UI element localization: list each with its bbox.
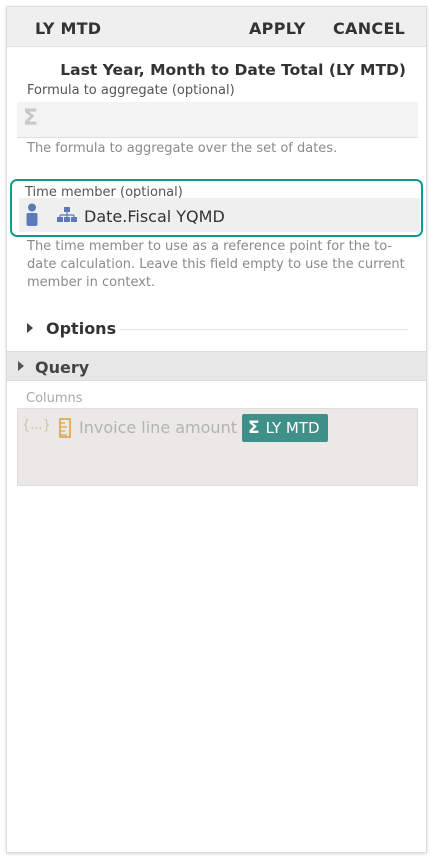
hierarchy-icon (57, 207, 77, 222)
function-title: Last Year, Month to Date Total (LY MTD) (60, 61, 406, 79)
caret-right-icon (27, 323, 33, 333)
column-item-label: Invoice line amount (79, 418, 237, 437)
options-label: Options (46, 319, 117, 338)
panel-header: LY MTD APPLY CANCEL (7, 7, 426, 47)
sigma-icon: Σ (23, 106, 39, 131)
time-member-field[interactable]: Time member (optional) Date.Fiscal YQMD (10, 179, 423, 237)
formula-label: Formula to aggregate (optional) (27, 83, 235, 98)
user-icon (26, 203, 38, 226)
time-member-value: Date.Fiscal YQMD (84, 207, 225, 226)
chip-label: LY MTD (265, 419, 320, 437)
sigma-icon: Σ (248, 418, 260, 438)
brace-icon: {...} (22, 418, 51, 433)
columns-label: Columns (26, 391, 83, 406)
formula-input[interactable]: Σ (17, 102, 418, 138)
editor-panel: LY MTD APPLY CANCEL Last Year, Month to … (6, 6, 427, 853)
formula-help: The formula to aggregate over the set of… (27, 141, 338, 156)
time-member-input[interactable]: Date.Fiscal YQMD (19, 198, 420, 232)
columns-drop-area: {...} Invoice line amount Σ LY MTD (17, 408, 418, 486)
apply-button[interactable]: APPLY (249, 19, 306, 38)
ruler-icon (59, 418, 71, 438)
time-member-help: The time member to use as a reference po… (27, 239, 405, 290)
caret-right-icon (18, 361, 24, 371)
query-label: Query (35, 358, 90, 377)
options-section-toggle[interactable]: Options (27, 317, 408, 341)
query-section-toggle[interactable]: Query (7, 351, 426, 381)
options-divider (119, 329, 408, 330)
panel-title: LY MTD (35, 19, 102, 38)
ly-mtd-chip[interactable]: Σ LY MTD (242, 414, 328, 442)
cancel-button[interactable]: CANCEL (333, 19, 405, 38)
